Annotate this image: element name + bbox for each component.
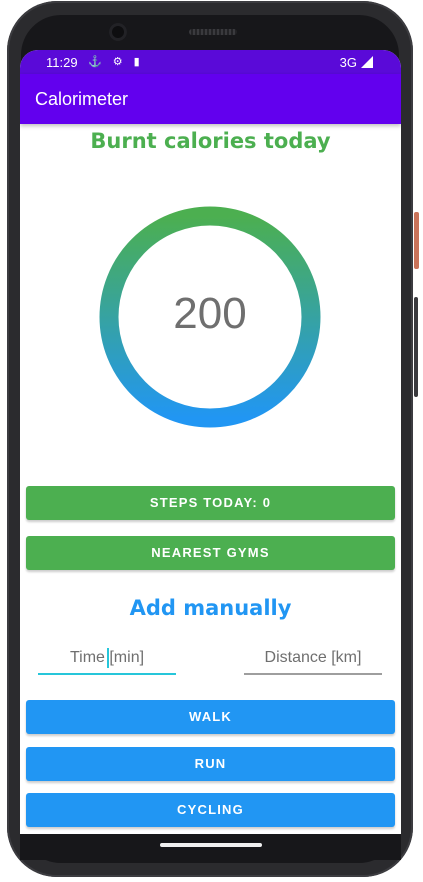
system-nav-bar xyxy=(20,834,401,860)
text-cursor xyxy=(107,648,109,668)
signal-icon xyxy=(361,56,373,68)
status-notification-icons: ⚓ ⚙ ▮ xyxy=(88,56,144,68)
nearest-gyms-button[interactable]: NEAREST GYMS xyxy=(26,536,395,570)
cycling-button[interactable]: CYCLING xyxy=(26,793,395,827)
volume-button xyxy=(414,297,418,397)
status-bar: 11:29 ⚓ ⚙ ▮ 3G xyxy=(20,50,401,74)
device-frame: 11:29 ⚓ ⚙ ▮ 3G Calorimeter Burnt calorie… xyxy=(0,0,423,882)
distance-input[interactable]: Distance [km] xyxy=(244,647,382,675)
burnt-calories-heading: Burnt calories today xyxy=(90,129,331,153)
status-time: 11:29 xyxy=(46,55,78,70)
walk-button[interactable]: WALK xyxy=(26,700,395,734)
earpiece-speaker xyxy=(189,29,237,35)
power-button xyxy=(414,212,419,269)
app-title: Calorimeter xyxy=(35,89,129,109)
distance-input-placeholder: Distance [km] xyxy=(264,649,362,666)
front-camera-icon xyxy=(109,23,127,41)
steps-today-button[interactable]: STEPS TODAY: 0 xyxy=(26,486,395,520)
app-bar: Calorimeter xyxy=(20,74,401,124)
home-gesture-handle[interactable] xyxy=(160,843,262,847)
network-type: 3G xyxy=(339,55,357,70)
app-screen: 11:29 ⚓ ⚙ ▮ 3G Calorimeter Burnt calorie… xyxy=(20,50,401,834)
run-button[interactable]: RUN xyxy=(26,747,395,781)
time-input[interactable]: Time [min] xyxy=(38,647,176,675)
calories-value: 200 xyxy=(173,289,247,338)
add-manually-heading: Add manually xyxy=(129,596,292,620)
